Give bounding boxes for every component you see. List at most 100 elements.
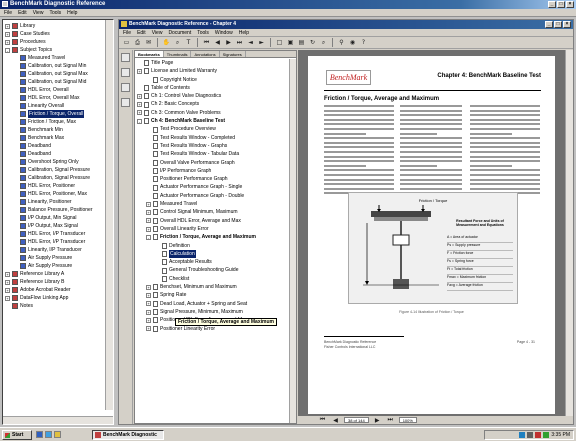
expand-icon[interactable]: +: [5, 295, 10, 301]
tree-item[interactable]: + Library: [5, 22, 113, 30]
bookmark-item[interactable]: Copyright Notice: [137, 76, 296, 84]
expand-icon[interactable]: +: [5, 287, 10, 293]
bookmark-item[interactable]: Checklist: [137, 275, 296, 283]
tree-item[interactable]: Deadband: [5, 142, 113, 150]
bookmark-item[interactable]: Test Results Window - Tabular Data: [137, 150, 296, 158]
bookmark-item[interactable]: + Overall HDL Error, Average and Max: [137, 217, 296, 225]
maximize-button[interactable]: □: [557, 1, 565, 8]
menu-view[interactable]: View: [33, 9, 44, 16]
tree-vertical-scrollbar[interactable]: [105, 20, 113, 410]
expand-icon[interactable]: +: [146, 317, 151, 323]
zoom-tool-icon[interactable]: ⌕: [173, 38, 182, 47]
tree-item[interactable]: Linearity, I/P Transducer: [5, 246, 113, 254]
thumbnails-panel-icon[interactable]: [121, 68, 130, 77]
expand-icon[interactable]: +: [146, 201, 151, 207]
desktop-icon[interactable]: [36, 431, 43, 438]
first-page-icon[interactable]: ⏮: [202, 38, 211, 47]
print-icon[interactable]: ⎙: [133, 38, 142, 47]
tree-item[interactable]: I/P Output, Min Signal: [5, 214, 113, 222]
tree-item[interactable]: Measured Travel: [5, 54, 113, 62]
start-button[interactable]: Start: [2, 430, 32, 440]
tree-item[interactable]: + Reference Library A: [5, 270, 113, 278]
bookmark-item[interactable]: Test Results Window - Graphs: [137, 142, 296, 150]
collapse-icon[interactable]: -: [146, 234, 151, 240]
expand-icon[interactable]: +: [146, 218, 151, 224]
tree-item[interactable]: HDL Error, Overall Max: [5, 94, 113, 102]
expand-icon[interactable]: +: [137, 93, 142, 99]
tree-item[interactable]: + Reference Library B: [5, 278, 113, 286]
tree-item[interactable]: Friction / Torque, Max: [5, 118, 113, 126]
prev-page-small-icon[interactable]: ◀: [331, 416, 340, 425]
expand-icon[interactable]: +: [146, 292, 151, 298]
actual-size-icon[interactable]: □: [275, 38, 284, 47]
collapse-icon[interactable]: -: [5, 47, 10, 53]
bookmark-item[interactable]: + License and Limited Warranty: [137, 67, 296, 75]
bookmark-item[interactable]: Positioner Performance Graph: [137, 175, 296, 183]
go-back-icon[interactable]: ◄: [246, 38, 255, 47]
tree-item[interactable]: Calibration, Signal Pressure: [5, 166, 113, 174]
tree-item[interactable]: Calibration, Signal Pressure: [5, 174, 113, 182]
doc-menu-help[interactable]: Help: [239, 29, 249, 36]
bookmark-item[interactable]: + Control Signal Minimum, Maximum: [137, 208, 296, 216]
tree-item[interactable]: Notes: [5, 302, 113, 310]
tree-item[interactable]: + Case Studies: [5, 30, 113, 38]
email-icon[interactable]: ✉: [144, 38, 153, 47]
bookmark-item[interactable]: + Overall Linearity Error: [137, 225, 296, 233]
expand-icon[interactable]: +: [5, 279, 10, 285]
bookmark-item[interactable]: + Spring Rate: [137, 291, 296, 299]
expand-icon[interactable]: +: [137, 102, 142, 108]
bookmark-item[interactable]: + Dead Load, Actuator + Spring and Seat: [137, 300, 296, 308]
expand-icon[interactable]: +: [5, 31, 10, 37]
expand-icon[interactable]: +: [146, 326, 151, 332]
tab-annotations[interactable]: Annotations: [191, 51, 220, 57]
bookmarks-scrollbar[interactable]: [289, 59, 296, 423]
tray-app-icon[interactable]: [543, 432, 550, 438]
tree-item[interactable]: HDL Error, I/P Transducer: [5, 230, 113, 238]
close-button[interactable]: ×: [566, 1, 574, 8]
tree-item[interactable]: I/P Output, Max Signal: [5, 222, 113, 230]
web-icon[interactable]: ◉: [348, 38, 357, 47]
prev-page-icon[interactable]: ◀: [213, 38, 222, 47]
tree-item[interactable]: Air Supply Pressure: [5, 262, 113, 270]
bookmark-item[interactable]: Acceptable Results: [137, 258, 296, 266]
fit-page-icon[interactable]: ▣: [286, 38, 295, 47]
tree-item[interactable]: Calibration, out Signal Mid: [5, 78, 113, 86]
expand-icon[interactable]: +: [146, 301, 151, 307]
open-icon[interactable]: ▭: [122, 38, 131, 47]
doc-menu-file[interactable]: File: [123, 29, 131, 36]
menu-help[interactable]: Help: [67, 9, 77, 16]
doc-menu-document[interactable]: Document: [168, 29, 191, 36]
last-page-icon[interactable]: ⏭: [235, 38, 244, 47]
fit-width-icon[interactable]: ▤: [297, 38, 306, 47]
taskbar-app-button[interactable]: BenchMark Diagnostic: [92, 430, 164, 440]
bookmark-item[interactable]: Actuator Performance Graph - Double: [137, 192, 296, 200]
bookmark-item[interactable]: General Troubleshooting Guide: [137, 266, 296, 274]
find-icon[interactable]: ⌕: [319, 38, 328, 47]
last-page-small-icon[interactable]: ⏭: [386, 416, 395, 425]
go-forward-icon[interactable]: ►: [257, 38, 266, 47]
expand-icon[interactable]: +: [137, 110, 142, 116]
tree-horizontal-scrollbar[interactable]: [3, 416, 113, 424]
expand-icon[interactable]: +: [146, 226, 151, 232]
doc-menu-view[interactable]: View: [152, 29, 163, 36]
viewer-vertical-scrollbar[interactable]: [565, 50, 573, 416]
volume-icon[interactable]: [527, 432, 534, 438]
network-icon[interactable]: [519, 432, 526, 438]
rotate-icon[interactable]: ↻: [308, 38, 317, 47]
expand-icon[interactable]: +: [146, 284, 151, 290]
bookmark-item[interactable]: + Signal Pressure, Minimum, Maximum: [137, 308, 296, 316]
expand-icon[interactable]: +: [146, 209, 151, 215]
bookmark-item[interactable]: + Benchset, Minimum and Maximum: [137, 283, 296, 291]
help-icon[interactable]: ?: [359, 38, 368, 47]
bookmark-item[interactable]: Calculation: [137, 249, 296, 259]
expand-icon[interactable]: +: [5, 39, 10, 45]
tree-item[interactable]: Deadband: [5, 150, 113, 158]
bookmark-item[interactable]: - Friction / Torque, Average and Maximum: [137, 233, 296, 241]
tree-item[interactable]: Linearity Overall: [5, 102, 113, 110]
bookmark-item[interactable]: I/P Performance Graph: [137, 167, 296, 175]
expand-icon[interactable]: +: [5, 271, 10, 277]
bookmark-item[interactable]: + Measured Travel: [137, 200, 296, 208]
tree-item[interactable]: HDL Error, Positioner: [5, 182, 113, 190]
expand-icon[interactable]: +: [146, 309, 151, 315]
bookmark-item[interactable]: - Ch 4: BenchMark Baseline Test: [137, 117, 296, 125]
